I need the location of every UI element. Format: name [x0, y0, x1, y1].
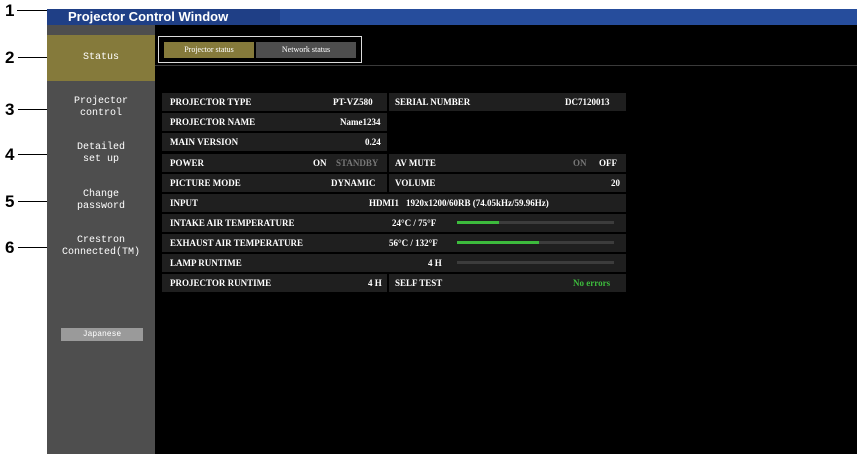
status-row-main-version: MAIN VERSION 0.24: [162, 133, 387, 151]
language-button[interactable]: Japanese: [61, 328, 143, 341]
exhaust-air-label: EXHAUST AIR TEMPERATURE: [170, 238, 304, 248]
window-title: Projector Control Window: [68, 9, 229, 24]
input-label: INPUT: [170, 198, 199, 208]
power-on-indicator: ON: [313, 158, 327, 168]
self-test-value: No errors: [573, 278, 611, 288]
exhaust-air-temperature-bar: [457, 241, 614, 244]
status-row-picture-mode: PICTURE MODE DYNAMIC: [162, 174, 387, 192]
callout-line-2: [18, 57, 47, 58]
sidebar-item-detailed-setup[interactable]: Detailed set up: [47, 131, 155, 177]
status-row-av-mute: AV MUTE ON OFF: [389, 154, 626, 172]
main-version-label: MAIN VERSION: [170, 137, 239, 147]
projector-name-value: Name1234: [340, 117, 381, 127]
power-standby-indicator: STANDBY: [336, 158, 379, 168]
intake-air-label: INTAKE AIR TEMPERATURE: [170, 218, 295, 228]
exhaust-air-temperature-bar-fill: [457, 241, 539, 244]
status-row-projector-type: PROJECTOR TYPE PT-VZ580: [162, 93, 387, 111]
status-row-projector-runtime: PROJECTOR RUNTIME 4 H: [162, 274, 387, 292]
projector-type-value: PT-VZ580: [333, 97, 373, 107]
callout-line-4: [18, 154, 47, 155]
callout-line-3: [18, 109, 47, 110]
serial-number-label: SERIAL NUMBER: [395, 97, 471, 107]
av-mute-on-indicator: ON: [573, 158, 587, 168]
status-row-lamp-runtime: LAMP RUNTIME 4 H: [162, 254, 626, 272]
tab-bar: Projector status Network status: [155, 36, 857, 63]
sidebar-item-label: Projector control: [73, 96, 128, 119]
status-row-exhaust-air-temperature: EXHAUST AIR TEMPERATURE 56°C / 132°F: [162, 234, 626, 252]
input-source: HDMI1: [369, 198, 399, 208]
projector-runtime-value: 4 H: [368, 278, 382, 288]
intake-air-temperature-bar: [457, 221, 614, 224]
status-row-self-test: SELF TEST No errors: [389, 274, 626, 292]
main-version-value: 0.24: [365, 137, 381, 147]
main-content: Projector status Network status PROJECTO…: [155, 25, 857, 454]
tab-network-status[interactable]: Network status: [256, 42, 356, 58]
status-row-intake-air-temperature: INTAKE AIR TEMPERATURE 24°C / 75°F: [162, 214, 626, 232]
self-test-label: SELF TEST: [395, 278, 443, 288]
status-row-projector-name: PROJECTOR NAME Name1234: [162, 113, 387, 131]
lamp-runtime-value: 4 H: [428, 258, 442, 268]
av-mute-off-indicator: OFF: [599, 158, 617, 168]
callout-number-3: 3: [5, 100, 15, 119]
status-row-input: INPUT HDMI1 1920x1200/60RB (74.05kHz/59.…: [162, 194, 626, 212]
sidebar-item-label: Change password: [76, 189, 125, 212]
status-row-volume: VOLUME 20: [389, 174, 626, 192]
lamp-runtime-label: LAMP RUNTIME: [170, 258, 242, 268]
volume-value: 20: [611, 178, 620, 188]
callout-number-1: 1: [5, 1, 15, 20]
callout-number-2: 2: [5, 48, 15, 67]
exhaust-air-value: 56°C / 132°F: [389, 238, 438, 248]
projector-type-label: PROJECTOR TYPE: [170, 97, 252, 107]
tab-projector-status[interactable]: Projector status: [164, 42, 254, 58]
power-label: POWER: [170, 158, 205, 168]
tab-divider: [155, 65, 857, 66]
sidebar-item-change-password[interactable]: Change password: [47, 178, 155, 224]
sidebar-item-status[interactable]: Status: [47, 35, 155, 81]
intake-air-value: 24°C / 75°F: [392, 218, 437, 228]
projector-runtime-label: PROJECTOR RUNTIME: [170, 278, 272, 288]
projector-control-window: Projector Control Window Status Projecto…: [47, 9, 857, 454]
picture-mode-label: PICTURE MODE: [170, 178, 241, 188]
sidebar-item-label: Status: [82, 52, 119, 63]
callout-line-6: [18, 247, 47, 248]
volume-label: VOLUME: [395, 178, 436, 188]
sidebar-item-projector-control[interactable]: Projector control: [47, 85, 155, 131]
tab-frame: Projector status Network status: [158, 36, 362, 63]
input-signal: 1920x1200/60RB (74.05kHz/59.96Hz): [406, 198, 549, 208]
callout-line-5: [18, 201, 47, 202]
title-tab: Projector Control Window: [47, 9, 280, 25]
av-mute-label: AV MUTE: [395, 158, 436, 168]
callout-number-6: 6: [5, 238, 15, 257]
projector-name-label: PROJECTOR NAME: [170, 117, 256, 127]
sidebar-item-label: Detailed set up: [76, 142, 125, 165]
sidebar-item-crestron-connected[interactable]: Crestron Connected(TM): [47, 224, 155, 270]
callout-number-4: 4: [5, 145, 15, 164]
picture-mode-value: DYNAMIC: [331, 178, 376, 188]
lamp-runtime-bar: [457, 261, 614, 264]
intake-air-temperature-bar-fill: [457, 221, 500, 224]
serial-number-value: DC7120013: [565, 97, 610, 107]
title-bar: Projector Control Window: [47, 9, 857, 25]
sidebar-item-label: Crestron Connected(TM): [61, 235, 140, 258]
sidebar: Status Projector control Detailed set up…: [47, 25, 155, 454]
status-row-power: POWER ON STANDBY: [162, 154, 387, 172]
callout-number-5: 5: [5, 192, 15, 211]
status-row-serial-number: SERIAL NUMBER DC7120013: [389, 93, 626, 111]
